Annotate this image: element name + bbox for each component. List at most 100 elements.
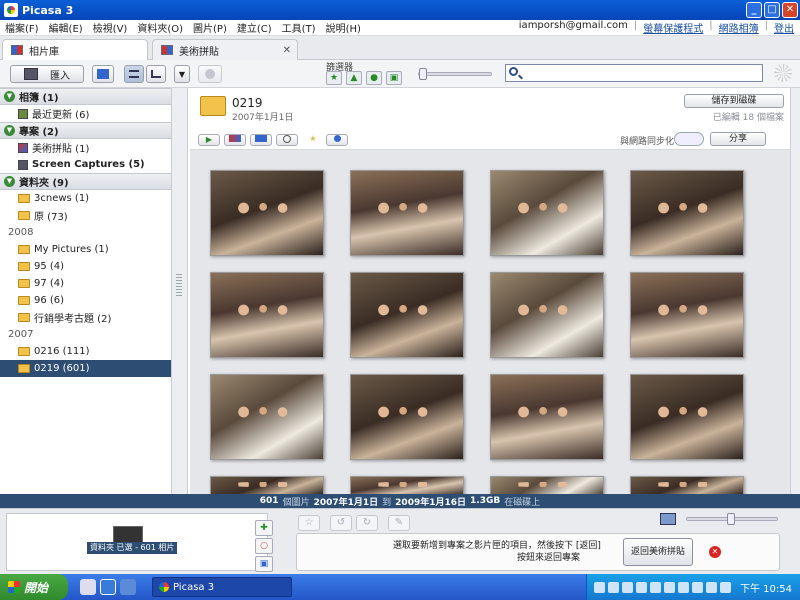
menu-help[interactable]: 說明(H) (321, 20, 366, 35)
screensaver-link[interactable]: 螢幕保護程式 (643, 20, 703, 35)
menu-edit[interactable]: 編輯(E) (44, 20, 88, 35)
folder-item[interactable]: 3cnews (1) (0, 190, 171, 207)
face-filter-button[interactable]: ● (366, 71, 382, 85)
view-dropdown-button[interactable]: ▼ (174, 65, 190, 83)
minimize-button[interactable]: _ (746, 2, 762, 18)
start-button[interactable]: 開始 (0, 574, 68, 600)
tab-collage[interactable]: 美術拼貼 ✕ (152, 39, 298, 60)
photo-thumbnail[interactable] (210, 170, 324, 256)
photo-thumbnail[interactable] (490, 272, 604, 358)
section-folders[interactable]: ▼ 資料夾 (9) (0, 173, 171, 190)
photo-thumbnail[interactable] (630, 272, 744, 358)
panel-splitter[interactable] (172, 88, 188, 494)
save-to-disk-button[interactable]: 儲存到磁碟 (684, 94, 784, 108)
menu-file[interactable]: 檔案(F) (0, 20, 44, 35)
photo-thumbnail[interactable] (630, 476, 744, 496)
project-item-collage[interactable]: 美術拼貼 (1) (0, 139, 171, 156)
tree-view-button[interactable] (146, 65, 166, 83)
play-slideshow-button[interactable]: ▶ (198, 134, 220, 146)
star-icon[interactable]: ★ (302, 134, 324, 146)
folder-item-selected[interactable]: 0219 (601) (0, 360, 171, 377)
folder-item[interactable]: 95 (4) (0, 258, 171, 275)
album-item-recent[interactable]: 最近更新 (6) (0, 105, 171, 122)
menu-tools[interactable]: 工具(T) (277, 20, 321, 35)
list-view-button[interactable] (124, 65, 144, 83)
movie-button[interactable] (250, 134, 272, 146)
photo-scrollbar[interactable] (790, 88, 800, 494)
folder-item[interactable]: My Pictures (1) (0, 241, 171, 258)
photo-thumbnail[interactable] (210, 476, 324, 496)
collapse-icon[interactable]: ▼ (4, 125, 15, 136)
tab-library[interactable]: 相片庫 (2, 39, 148, 60)
quicklaunch-media-icon[interactable] (120, 579, 136, 595)
project-item-screen-captures[interactable]: Screen Captures (5) (0, 156, 171, 173)
photo-thumbnail[interactable] (210, 272, 324, 358)
collage-button[interactable] (224, 134, 246, 146)
rotate-left-button[interactable]: ↺ (330, 515, 352, 531)
tray-app-icon[interactable] (692, 581, 703, 593)
maximize-button[interactable]: □ (764, 2, 780, 18)
search-field[interactable] (505, 64, 763, 82)
tray-user-icon[interactable] (594, 581, 605, 593)
folder-item[interactable]: 原 (73) (0, 207, 171, 224)
geotag-button[interactable] (276, 134, 298, 146)
share-button[interactable]: 分享 (710, 132, 766, 146)
photo-thumbnail[interactable] (630, 170, 744, 256)
cancel-icon[interactable]: ✕ (709, 546, 721, 558)
tray-security-icon[interactable] (622, 581, 633, 593)
thumbnail-size-slider[interactable] (686, 513, 778, 525)
folder-item[interactable]: 97 (4) (0, 275, 171, 292)
sync-toggle[interactable] (674, 132, 704, 146)
import-button[interactable]: 匯入 (10, 65, 84, 83)
quicklaunch-browser-icon[interactable] (100, 579, 116, 595)
quicklaunch-desktop-icon[interactable] (80, 579, 96, 595)
photo-thumbnail[interactable] (630, 374, 744, 460)
menu-view[interactable]: 檢視(V) (88, 20, 133, 35)
menu-picture[interactable]: 圖片(P) (188, 20, 232, 35)
photo-thumbnail[interactable] (490, 374, 604, 460)
splitter-grip-icon[interactable] (176, 274, 182, 298)
edit-button[interactable]: ✎ (388, 515, 410, 531)
people-button[interactable] (198, 65, 222, 83)
photo-thumbnail[interactable] (490, 476, 604, 496)
close-tab-icon[interactable]: ✕ (283, 45, 291, 56)
tray-volume-icon[interactable] (706, 581, 717, 593)
rotate-right-button[interactable]: ↻ (356, 515, 378, 531)
folder-item[interactable]: 行銷學考古題 (2) (0, 309, 171, 326)
menu-create[interactable]: 建立(C) (232, 20, 277, 35)
upload-filter-button[interactable]: ▲ (346, 71, 362, 85)
hold-pin-icon[interactable]: ✚ (255, 520, 273, 536)
folder-item[interactable]: 0216 (111) (0, 343, 171, 360)
close-button[interactable]: ✕ (782, 2, 798, 18)
date-filter-slider[interactable] (418, 68, 492, 80)
slider-knob[interactable] (727, 513, 735, 525)
upload-button[interactable]: ☆ (298, 515, 320, 531)
photo-thumbnail[interactable] (350, 374, 464, 460)
clear-selection-icon[interactable]: ○ (255, 538, 273, 554)
folder-item[interactable]: 96 (6) (0, 292, 171, 309)
people-button[interactable] (326, 134, 348, 146)
star-filter-button[interactable]: ★ (326, 71, 342, 85)
tray-app-icon[interactable] (636, 581, 647, 593)
photo-thumbnail[interactable] (350, 476, 464, 496)
tray-app-icon[interactable] (678, 581, 689, 593)
section-projects[interactable]: ▼ 專案 (2) (0, 122, 171, 139)
web-albums-link[interactable]: 網路相簿 (719, 20, 759, 35)
photo-thumbnail[interactable] (490, 170, 604, 256)
add-to-album-icon[interactable]: ▣ (255, 556, 273, 572)
back-to-collage-button[interactable]: 返回美術拼貼 (623, 538, 693, 566)
tray-app-icon[interactable] (720, 581, 731, 593)
slider-knob[interactable] (419, 68, 427, 80)
photo-thumbnail[interactable] (350, 170, 464, 256)
tray-app-icon[interactable] (664, 581, 675, 593)
tray-app-icon[interactable] (650, 581, 661, 593)
menu-folder[interactable]: 資料夾(O) (132, 20, 188, 35)
taskbar-item-picasa[interactable]: Picasa 3 (152, 577, 292, 597)
sign-out-link[interactable]: 登出 (774, 20, 794, 35)
collapse-icon[interactable]: ▼ (4, 91, 15, 102)
photo-thumbnail[interactable] (350, 272, 464, 358)
add-photo-button[interactable] (92, 65, 114, 83)
photo-thumbnail[interactable] (210, 374, 324, 460)
section-albums[interactable]: ▼ 相簿 (1) (0, 88, 171, 105)
geotag-filter-button[interactable]: ▣ (386, 71, 402, 85)
